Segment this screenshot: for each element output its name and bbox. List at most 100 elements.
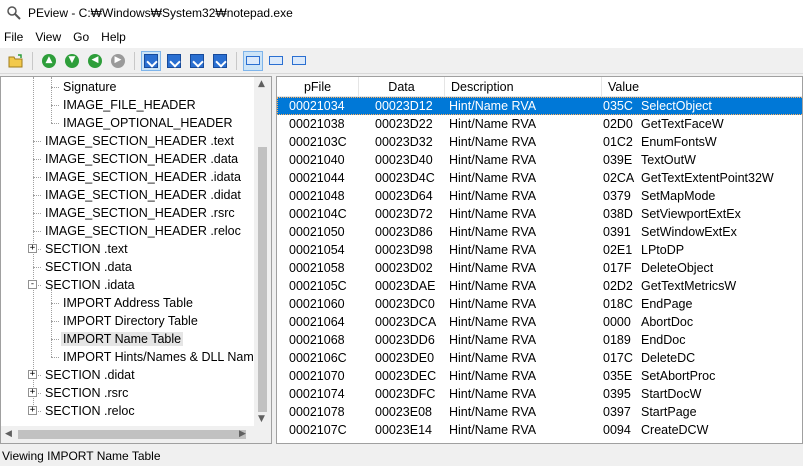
tree-horizontal-scrollbar[interactable]: ◀ ▶ [1,426,271,443]
view-qword-icon[interactable] [210,51,230,71]
cell-hint: 01C2 [603,135,633,149]
scroll-down-icon[interactable]: ▼ [258,414,265,424]
view-word-icon[interactable] [164,51,184,71]
cell-pfile: 00021078 [289,405,345,419]
table-row[interactable]: 00021048 00023D64 Hint/Name RVA 0379 SetMapM… [277,187,802,205]
tree-connector [33,141,41,142]
tree-view[interactable]: Signature IMAGE_FILE_HEADER IMAGE_OPTIONAL… [0,76,272,444]
tree-connector [33,195,41,196]
menu-go[interactable]: Go [67,30,95,44]
expand-icon[interactable]: + [28,244,37,253]
tree-connector [51,321,59,322]
table-row[interactable]: 00021070 00023DEC Hint/Name RVA 035E SetAbor… [277,367,802,385]
list-view[interactable]: pFile Data Description Value 00021034 000… [276,76,803,444]
table-row[interactable]: 00021040 00023D40 Hint/Name RVA 039E TextOut… [277,151,802,169]
arrow-down-icon[interactable]: ▼ [62,51,82,71]
tree-vertical-scrollbar[interactable]: ▲ ▼ [254,77,271,426]
tree-item[interactable]: IMAGE_FILE_HEADER [61,96,198,114]
cell-name: GetTextMetricsW [641,279,737,293]
table-row[interactable]: 00021078 00023E08 Hint/Name RVA 0397 StartPa… [277,403,802,421]
toolbar-separator [134,51,135,70]
tree-item[interactable]: SECTION .reloc [43,402,137,420]
cell-pfile: 00021074 [289,387,345,401]
cell-name: TextOutW [641,153,696,167]
tree-item[interactable]: IMPORT Name Table [61,330,184,348]
title-bar: PEview - C:₩Windows₩System32₩notepad.exe [0,0,803,26]
forward-icon[interactable]: ▶ [108,51,128,71]
cell-pfile: 00021058 [289,261,345,275]
table-row[interactable]: 00021060 00023DC0 Hint/Name RVA 018C EndPage [277,295,802,313]
back-icon[interactable]: ◀ [85,51,105,71]
open-icon[interactable] [6,51,26,71]
table-row[interactable]: 00021074 00023DFC Hint/Name RVA 0395 StartDo… [277,385,802,403]
menu-view[interactable]: View [29,30,67,44]
scroll-right-icon[interactable]: ▶ [239,429,246,439]
view-dword-icon[interactable] [187,51,207,71]
cell-name: SetViewportExtEx [641,207,741,221]
table-row[interactable]: 00021034 00023D12 Hint/Name RVA 035C SelectO… [277,97,802,115]
tree-item[interactable]: SECTION .idata [43,276,137,294]
large-view-icon[interactable] [289,51,309,71]
toolbar: ▲ ▼ ◀ ▶ [0,48,803,74]
window-title: PEview - C:₩Windows₩System32₩notepad.exe [28,6,293,20]
table-row[interactable]: 00021044 00023D4C Hint/Name RVA 02CA GetText… [277,169,802,187]
cell-hint: 017F [603,261,632,275]
tree-item[interactable]: IMPORT Hints/Names & DLL Names [61,348,269,366]
tree-item[interactable]: IMPORT Address Table [61,294,195,312]
small-view-icon[interactable] [266,51,286,71]
cell-pfile: 00021060 [289,297,345,311]
tree-item[interactable]: SECTION .data [43,258,134,276]
expand-icon[interactable]: + [28,406,37,415]
collapse-icon[interactable]: - [28,280,37,289]
scroll-left-icon[interactable]: ◀ [5,429,12,439]
cell-description: Hint/Name RVA [449,189,537,203]
cell-description: Hint/Name RVA [449,99,537,113]
cell-description: Hint/Name RVA [449,315,537,329]
menu-file[interactable]: File [0,30,29,44]
tree-item[interactable]: IMAGE_OPTIONAL_HEADER [61,114,235,132]
column-header-data[interactable]: Data [359,77,445,97]
scrollbar-thumb[interactable] [258,147,267,412]
column-header-value[interactable]: Value [602,77,802,97]
table-row[interactable]: 0002107C 00023E14 Hint/Name RVA 0094 CreateD… [277,421,802,439]
tree-item[interactable]: Signature [61,78,119,96]
scroll-up-icon[interactable]: ▲ [258,79,265,89]
table-row[interactable]: 00021068 00023DD6 Hint/Name RVA 0189 EndDoc [277,331,802,349]
tree-item[interactable]: IMAGE_SECTION_HEADER .idata [43,168,243,186]
tree-item[interactable]: SECTION .text [43,240,130,258]
tree-item[interactable]: IMAGE_SECTION_HEADER .data [43,150,240,168]
table-row[interactable]: 0002104C 00023D72 Hint/Name RVA 038D SetView… [277,205,802,223]
cell-hint: 02D2 [603,279,633,293]
tree-item[interactable]: SECTION .didat [43,366,137,384]
cell-name: SelectObject [641,99,712,113]
toolbar-separator [236,51,237,70]
cell-hint: 0000 [603,315,631,329]
tree-item[interactable]: IMAGE_SECTION_HEADER .reloc [43,222,243,240]
table-row[interactable]: 00021038 00023D22 Hint/Name RVA 02D0 GetText… [277,115,802,133]
table-row[interactable]: 00021050 00023D86 Hint/Name RVA 0391 SetWind… [277,223,802,241]
view-byte-icon[interactable] [141,50,161,71]
expand-icon[interactable]: + [28,388,37,397]
tree-item[interactable]: IMAGE_SECTION_HEADER .didat [43,186,243,204]
expand-icon[interactable]: + [28,370,37,379]
tree-item-label: SECTION .text [45,242,128,256]
menu-help[interactable]: Help [95,30,132,44]
scrollbar-thumb[interactable] [18,430,246,439]
tree-item[interactable]: IMAGE_SECTION_HEADER .rsrc [43,204,237,222]
column-header-pfile[interactable]: pFile [277,77,359,97]
tree-item[interactable]: IMAGE_SECTION_HEADER .text [43,132,236,150]
list-view-icon[interactable] [243,50,263,71]
table-row[interactable]: 0002106C 00023DE0 Hint/Name RVA 017C DeleteD… [277,349,802,367]
tree-item[interactable]: SECTION .rsrc [43,384,130,402]
table-row[interactable]: 00021064 00023DCA Hint/Name RVA 0000 AbortDo… [277,313,802,331]
table-row[interactable]: 00021054 00023D98 Hint/Name RVA 02E1 LPtoDP [277,241,802,259]
column-header-description[interactable]: Description [445,77,602,97]
table-row[interactable]: 0002105C 00023DAE Hint/Name RVA 02D2 GetText… [277,277,802,295]
cell-description: Hint/Name RVA [449,261,537,275]
cell-data: 00023D12 [375,99,433,113]
table-row[interactable]: 0002103C 00023D32 Hint/Name RVA 01C2 EnumFon… [277,133,802,151]
tree-item-label: IMPORT Directory Table [63,314,198,328]
arrow-up-icon[interactable]: ▲ [39,51,59,71]
table-row[interactable]: 00021058 00023D02 Hint/Name RVA 017F DeleteO… [277,259,802,277]
tree-item[interactable]: IMPORT Directory Table [61,312,200,330]
